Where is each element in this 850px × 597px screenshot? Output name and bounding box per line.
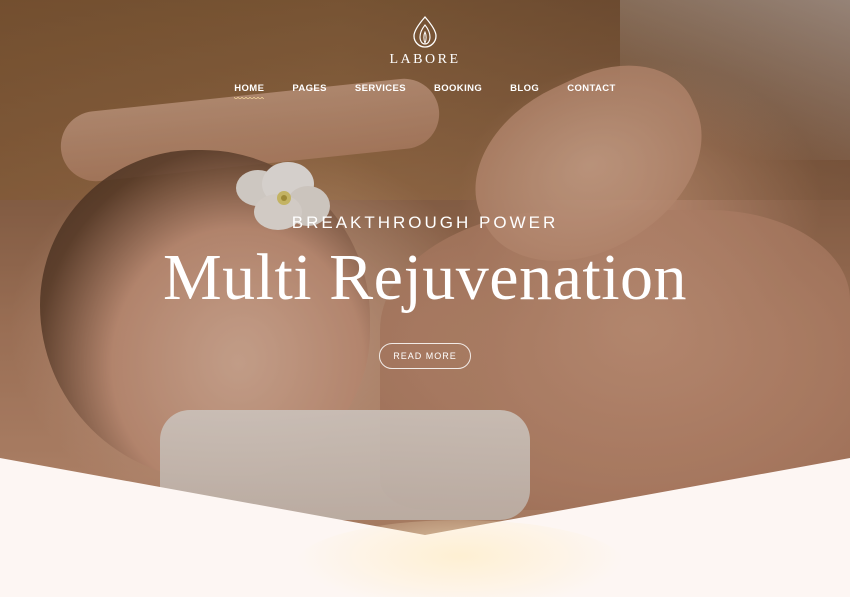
lotus-drop-icon [413,16,437,48]
site-logo[interactable]: LABORE [0,16,850,68]
main-nav: HOME PAGES SERVICES BOOKING BLOG CONTACT [0,83,850,100]
nav-item-services[interactable]: SERVICES [341,83,420,94]
hero-headline: Multi Rejuvenation [162,241,688,314]
nav-item-home[interactable]: HOME [220,83,278,100]
nav-item-booking[interactable]: BOOKING [420,83,496,94]
read-more-button[interactable]: READ MORE [379,343,471,369]
hero-section: LABORE HOME PAGES SERVICES BOOKING BLOG … [0,0,850,597]
nav-item-pages[interactable]: PAGES [278,83,341,94]
nav-item-blog[interactable]: BLOG [496,83,553,94]
nav-item-contact[interactable]: CONTACT [553,83,630,94]
brand-name: LABORE [389,52,461,67]
hero-kicker: BREAKTHROUGH POWER [291,213,559,232]
